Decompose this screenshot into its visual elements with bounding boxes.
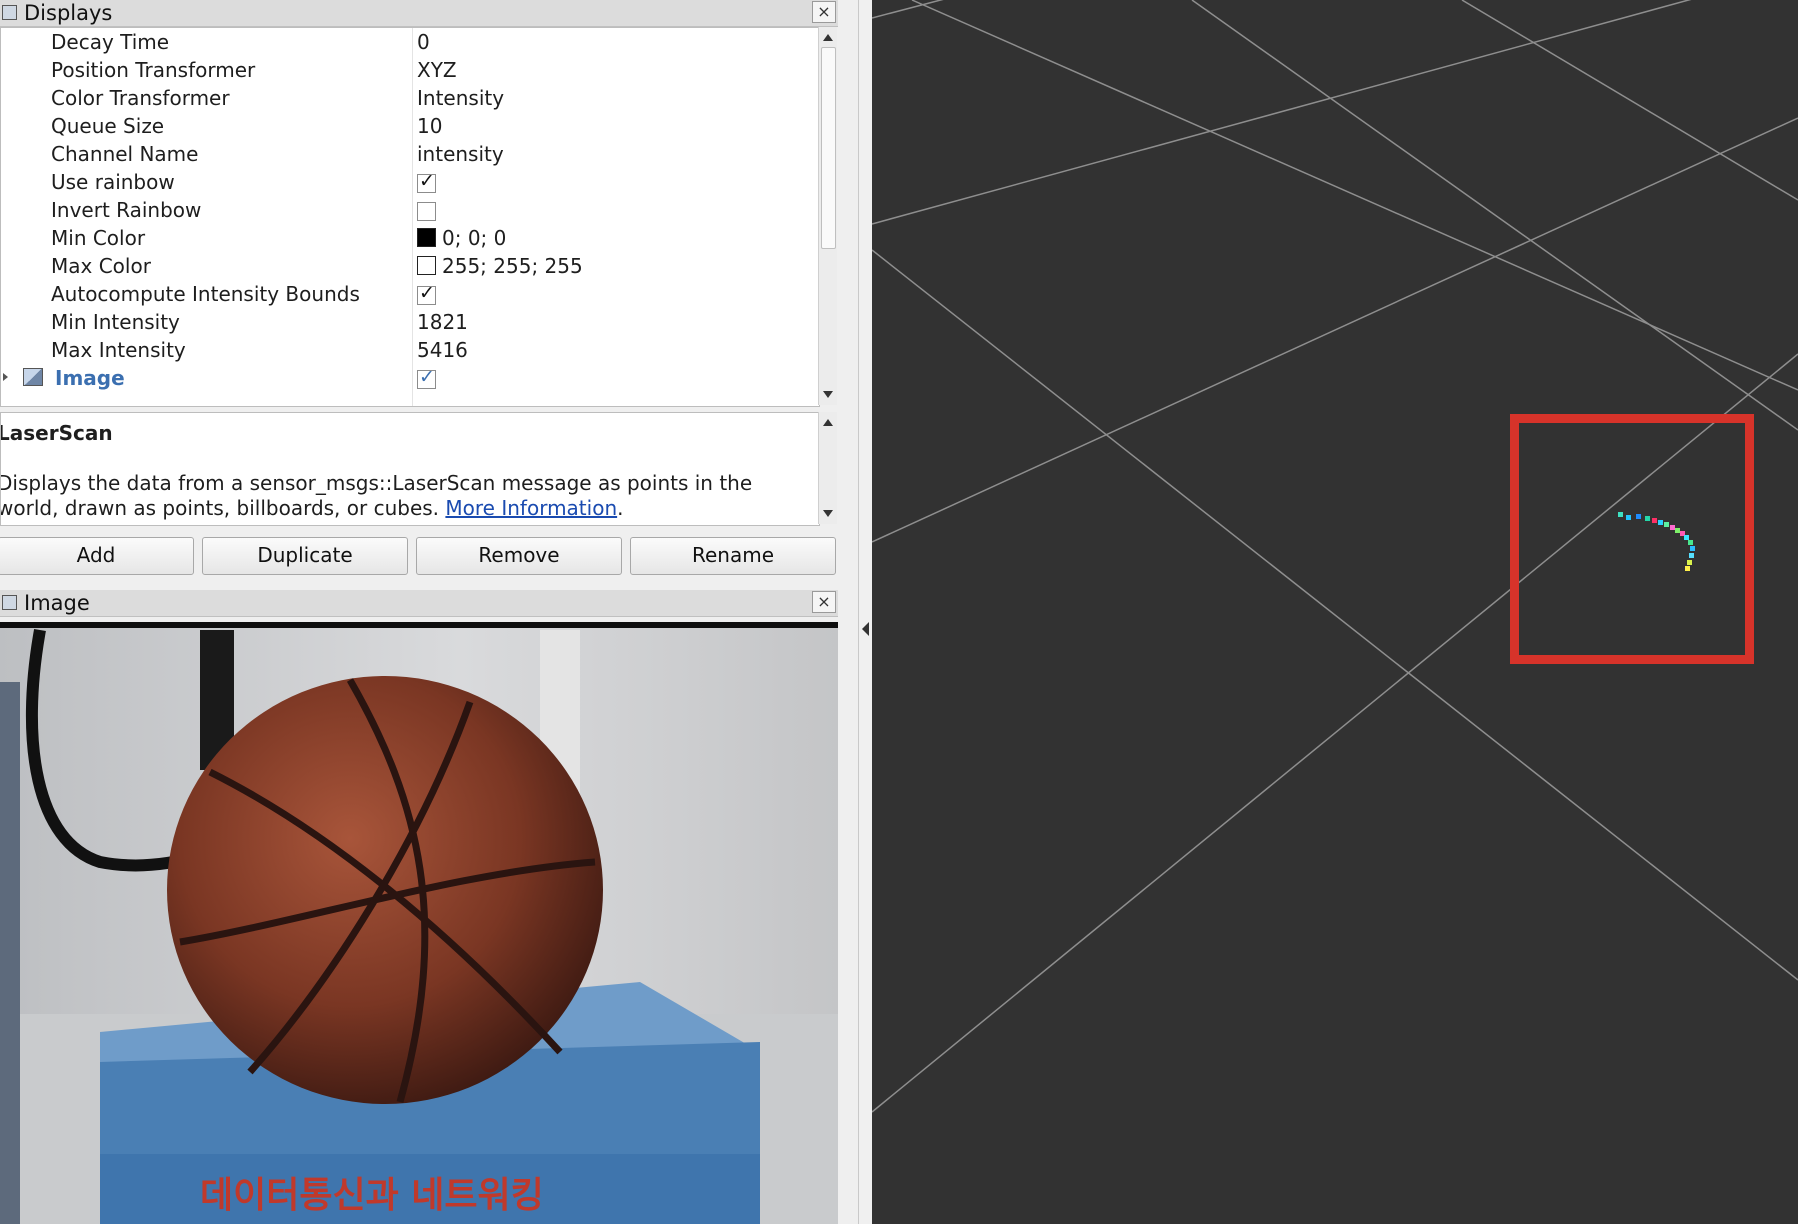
property-name: Max Color: [51, 254, 151, 278]
more-information-link[interactable]: More Information: [445, 496, 617, 520]
duplicate-button[interactable]: Duplicate: [202, 537, 408, 575]
property-row-use-rainbow[interactable]: Use rainbow: [1, 168, 819, 196]
laser-scan-points: [1618, 512, 1695, 571]
property-value[interactable]: XYZ: [417, 58, 457, 82]
displays-close-button[interactable]: ×: [812, 1, 836, 23]
scroll-up-arrow-icon[interactable]: [823, 419, 833, 426]
description-text: Displays the data from a sensor_msgs::La…: [0, 471, 797, 521]
property-value[interactable]: 255; 255; 255: [442, 254, 583, 278]
property-tree-scrollbar[interactable]: [818, 27, 837, 405]
property-value[interactable]: intensity: [417, 142, 504, 166]
property-value[interactable]: 0: [417, 30, 430, 54]
displays-panel-header: Displays ×: [0, 0, 838, 27]
add-button[interactable]: Add: [0, 537, 194, 575]
image-panel-title: Image: [24, 591, 90, 615]
property-value[interactable]: Intensity: [417, 86, 504, 110]
displays-panel-title: Displays: [24, 1, 113, 25]
scroll-down-arrow-icon[interactable]: [823, 510, 833, 517]
description-title: LaserScan: [0, 421, 113, 445]
image-panel-header: Image ×: [0, 590, 838, 617]
property-row-position-transformer[interactable]: Position Transformer XYZ: [1, 56, 819, 84]
property-name: Position Transformer: [51, 58, 256, 82]
image-close-button[interactable]: ×: [812, 591, 836, 613]
use-rainbow-checkbox[interactable]: [417, 170, 436, 193]
property-name: Autocompute Intensity Bounds: [51, 282, 360, 306]
collapse-arrow-icon[interactable]: [862, 622, 869, 636]
expand-arrow-icon[interactable]: [3, 373, 8, 381]
camera-image-view: 데이터통신과 네트워킹: [0, 622, 838, 1224]
image-panel-icon: [2, 595, 17, 610]
property-row-invert-rainbow[interactable]: Invert Rainbow: [1, 196, 819, 224]
dock-splitter[interactable]: [858, 0, 873, 1224]
image-display-checkbox[interactable]: [417, 366, 436, 389]
property-name: Invert Rainbow: [51, 198, 202, 222]
displays-panel-icon: [2, 5, 17, 20]
left-dock: Displays × Decay Time 0 Position Transfo…: [0, 0, 858, 1224]
autocompute-intensity-checkbox[interactable]: [417, 282, 436, 305]
property-name: Color Transformer: [51, 86, 230, 110]
min-color-swatch[interactable]: [417, 228, 436, 247]
description-body: Displays the data from a sensor_msgs::La…: [0, 471, 753, 520]
property-row-min-color[interactable]: Min Color 0; 0; 0: [1, 224, 819, 252]
display-description-box: LaserScan Displays the data from a senso…: [0, 412, 820, 526]
image-display-label: Image: [55, 366, 125, 390]
property-name: Use rainbow: [51, 170, 175, 194]
rviz-3d-viewport[interactable]: [872, 0, 1798, 1224]
camera-image: 데이터통신과 네트워킹: [0, 622, 838, 1224]
description-tail: .: [617, 496, 624, 520]
property-name: Queue Size: [51, 114, 165, 138]
description-scrollbar[interactable]: [818, 412, 837, 524]
display-item-image[interactable]: Image: [1, 364, 819, 392]
property-value[interactable]: 1821: [417, 310, 468, 334]
rename-button[interactable]: Rename: [630, 537, 836, 575]
invert-rainbow-checkbox[interactable]: [417, 202, 436, 221]
property-name: Max Intensity: [51, 338, 186, 362]
property-row-max-color[interactable]: Max Color 255; 255; 255: [1, 252, 819, 280]
property-value[interactable]: 0; 0; 0: [442, 226, 506, 250]
property-row-min-intensity[interactable]: Min Intensity 1821: [1, 308, 819, 336]
max-color-swatch[interactable]: [417, 256, 436, 275]
image-display-icon: [23, 368, 43, 386]
property-value[interactable]: 10: [417, 114, 442, 138]
book-title-text: 데이터통신과 네트워킹: [200, 1175, 544, 1216]
property-row-queue-size[interactable]: Queue Size 10: [1, 112, 819, 140]
property-value[interactable]: 5416: [417, 338, 468, 362]
property-name: Channel Name: [51, 142, 199, 166]
property-row-decay-time[interactable]: Decay Time 0: [1, 28, 819, 56]
property-name: Decay Time: [51, 30, 170, 54]
scroll-down-arrow-icon[interactable]: [823, 391, 833, 398]
property-row-autocompute-intensity-bounds[interactable]: Autocompute Intensity Bounds: [1, 280, 819, 308]
property-row-max-intensity[interactable]: Max Intensity 5416: [1, 336, 819, 364]
property-row-color-transformer[interactable]: Color Transformer Intensity: [1, 84, 819, 112]
scrollbar-thumb[interactable]: [821, 47, 836, 249]
property-name: Min Intensity: [51, 310, 180, 334]
property-row-channel-name[interactable]: Channel Name intensity: [1, 140, 819, 168]
property-name: Min Color: [51, 226, 146, 250]
remove-button[interactable]: Remove: [416, 537, 622, 575]
scroll-up-arrow-icon[interactable]: [823, 34, 833, 41]
displays-property-tree[interactable]: Decay Time 0 Position Transformer XYZ Co…: [0, 27, 820, 407]
